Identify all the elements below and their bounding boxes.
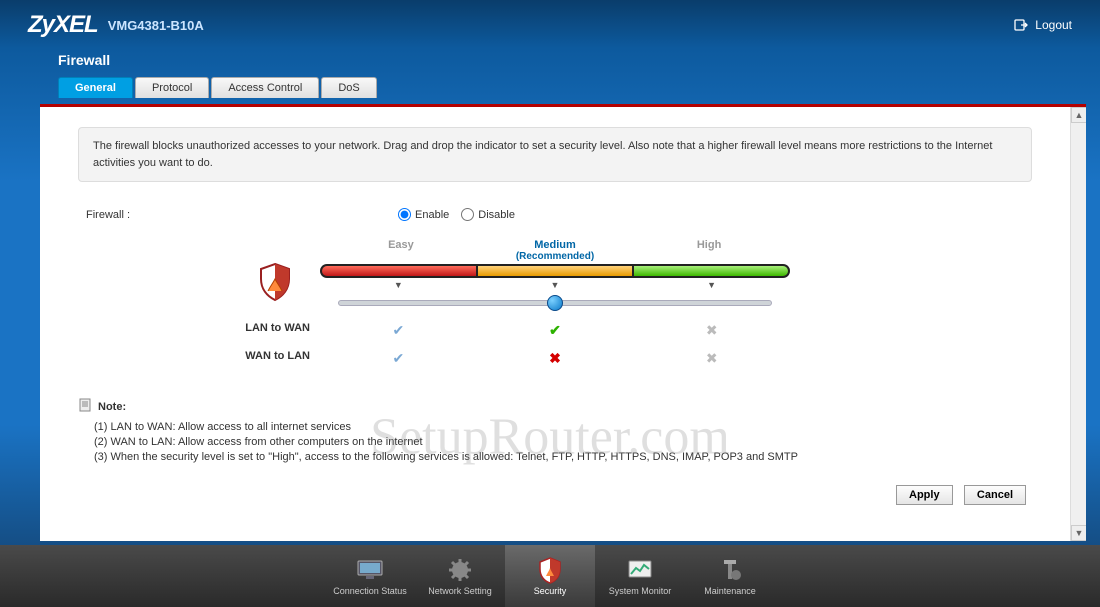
bar-segment-high <box>634 266 788 276</box>
note-block: Note: (1) LAN to WAN: Allow access to al… <box>78 398 1032 463</box>
nav-network-setting[interactable]: Network Setting <box>415 545 505 607</box>
content-frame: The firewall blocks unauthorized accesse… <box>40 104 1086 541</box>
wan-lan-high: ✖ <box>633 350 790 367</box>
cancel-button[interactable]: Cancel <box>964 485 1026 505</box>
chart-icon <box>625 557 655 583</box>
nav-label: Security <box>534 586 567 596</box>
level-bar <box>320 264 790 278</box>
note-header: Note: <box>98 401 126 413</box>
monitor-icon <box>355 557 385 583</box>
vertical-scrollbar[interactable]: ▲ ▼ <box>1070 107 1086 541</box>
lan-to-wan-label: LAN to WAN <box>240 322 310 334</box>
page-title: Firewall <box>0 50 1100 74</box>
header-bar: ZyXEL VMG4381-B10A Logout <box>0 0 1100 50</box>
note-3: (3) When the security level is set to "H… <box>94 451 1032 463</box>
nav-security[interactable]: Security <box>505 545 595 607</box>
level-easy-label: Easy <box>324 239 478 262</box>
nav-system-monitor[interactable]: System Monitor <box>595 545 685 607</box>
enable-radio[interactable]: Enable <box>398 208 449 221</box>
bottom-nav: Connection Status Network Setting Security… <box>0 545 1100 607</box>
gear-icon <box>445 557 475 583</box>
scroll-down-button[interactable]: ▼ <box>1071 525 1086 541</box>
level-high-label: High <box>632 239 786 262</box>
model-name: VMG4381-B10A <box>108 18 204 33</box>
brand-logo: ZyXEL <box>28 11 98 39</box>
tab-dos[interactable]: DoS <box>321 77 376 98</box>
nav-connection-status[interactable]: Connection Status <box>325 545 415 607</box>
tab-protocol[interactable]: Protocol <box>135 77 209 98</box>
lan-wan-easy: ✔ <box>320 322 477 339</box>
slider-knob[interactable] <box>547 295 563 311</box>
firewall-row: Firewall : Enable Disable <box>78 208 1032 221</box>
tab-general[interactable]: General <box>58 77 133 98</box>
lan-wan-high: ✖ <box>633 322 790 339</box>
tabs: GeneralProtocolAccess ControlDoS <box>0 74 1100 98</box>
firewall-label: Firewall : <box>78 209 398 221</box>
note-icon <box>78 398 92 415</box>
lan-wan-medium: ✔ <box>477 322 634 339</box>
level-medium-label: Medium(Recommended) <box>478 239 632 262</box>
wan-lan-medium: ✖ <box>477 350 634 367</box>
wan-lan-easy: ✔ <box>320 350 477 367</box>
note-2: (2) WAN to LAN: Allow access from other … <box>94 436 1032 448</box>
level-slider[interactable] <box>338 300 772 306</box>
info-box: The firewall blocks unauthorized accesse… <box>78 127 1032 182</box>
wan-to-lan-label: WAN to LAN <box>240 350 310 362</box>
access-matrix: LAN to WAN ✔ ✔ ✖ WAN to LAN ✔ <box>320 316 790 372</box>
tools-icon <box>715 557 745 583</box>
scroll-up-button[interactable]: ▲ <box>1071 107 1086 123</box>
bar-segment-medium <box>478 266 634 276</box>
security-level-widget: Easy Medium(Recommended) High ▼▼▼ L <box>320 239 790 372</box>
tab-access-control[interactable]: Access Control <box>211 77 319 98</box>
nav-label: System Monitor <box>609 586 672 596</box>
disable-radio[interactable]: Disable <box>461 208 515 221</box>
nav-label: Maintenance <box>704 586 756 596</box>
bar-segment-easy <box>322 266 478 276</box>
logout-label: Logout <box>1035 18 1072 32</box>
logout-button[interactable]: Logout <box>1013 17 1072 33</box>
nav-label: Connection Status <box>333 586 407 596</box>
shield-icon <box>254 261 296 303</box>
shield-icon <box>535 557 565 583</box>
nav-maintenance[interactable]: Maintenance <box>685 545 775 607</box>
scroll-area: The firewall blocks unauthorized accesse… <box>40 107 1070 541</box>
nav-label: Network Setting <box>428 586 492 596</box>
note-1: (1) LAN to WAN: Allow access to all inte… <box>94 421 1032 433</box>
bar-ticks: ▼▼▼ <box>320 280 790 290</box>
apply-button[interactable]: Apply <box>896 485 953 505</box>
logout-icon <box>1013 17 1029 33</box>
